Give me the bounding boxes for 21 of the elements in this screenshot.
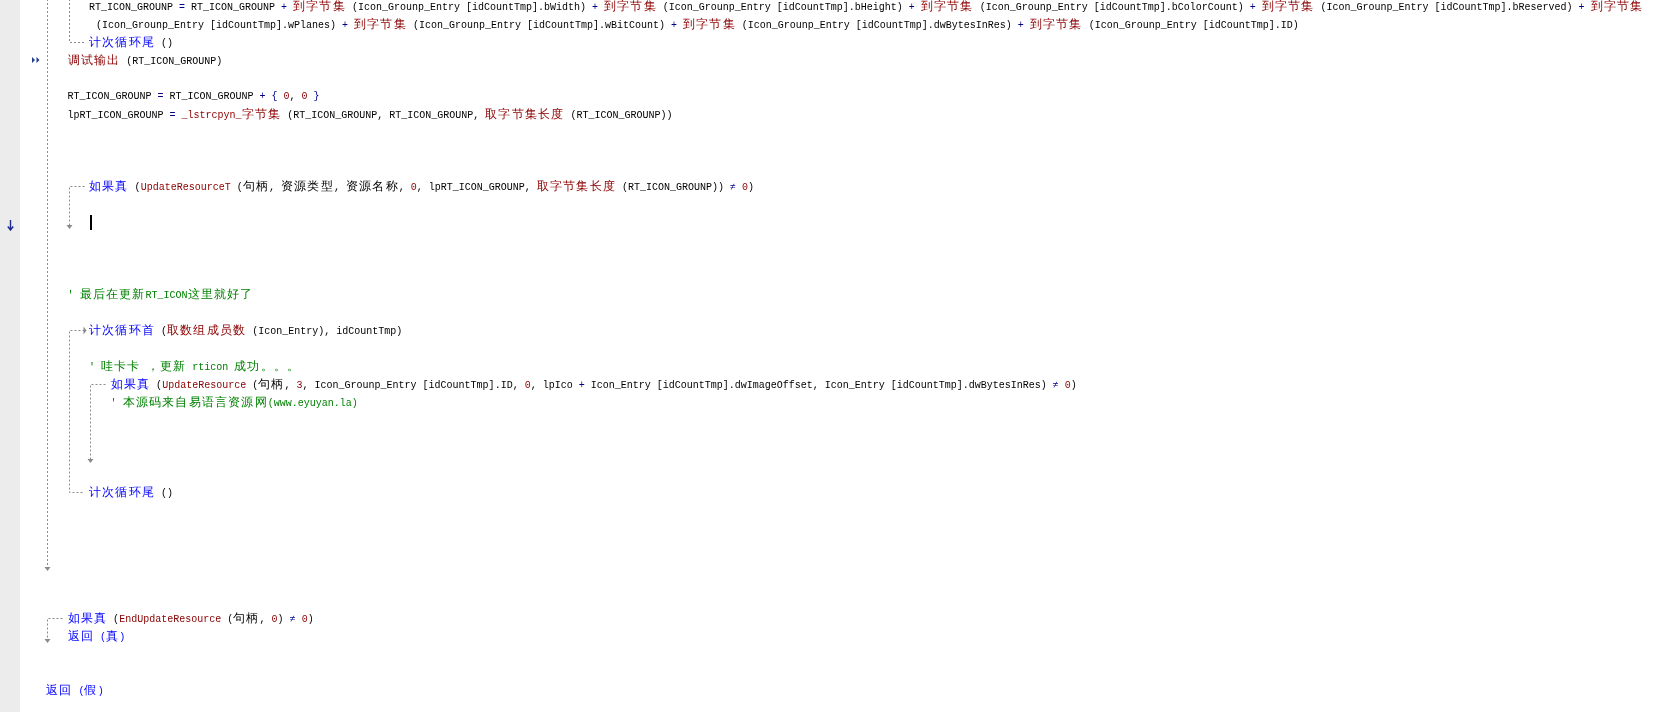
code-comment: ' 最后在更新RT_ICON这里就好了 [67,285,254,303]
flow-arrow [44,618,65,644]
code-line: 计次循环尾 () [89,33,173,51]
code-line: 计次循环尾 () [89,483,173,501]
code-line: (Icon_Grounp_Entry [idCountTmp].wPlanes) + 到字节集 (Icon_Grounp_Entry [idCountTmp].wBitCount) + 到字节集 (Icon_Grounp_Entry [idCountTmp].dwBytesInRes) + 到字节集 (Icon_Grounp_Entry [idCountTmp].ID) [96,15,1299,33]
code-comment: ' 本源码来自易语言资源网(www.eyuyan.la) [110,393,358,411]
arrow-down-icon [6,219,14,231]
code-line: 调试输出 (RT_ICON_GROUNP) [67,51,223,69]
code-line: lpRT_ICON_GROUNP = _lstrcpyn_字节集 (RT_ICON_GROUNP, RT_ICON_GROUNP, 取字节集长度 (RT_ICON_GROUNP)) [67,105,673,123]
code-line: 如果真 (UpdateResourceT (句柄, 资源类型, 资源名称, 0, lpRT_ICON_GROUNP, 取字节集长度 (RT_ICON_GROUNP)) ≠ 0) [89,177,755,195]
code-comment: ' 哇卡卡 ，更新 rticon 成功。。。 [89,357,301,375]
code-line: 如果真 (UpdateResource (句柄, 3, Icon_Grounp_Entry [idCountTmp].ID, 0, lpIco + Icon_Entry [idCountTmp].dwImageOffset, Icon_Entry [idCountTmp].dwBytesInRes) ≠ 0) [110,375,1077,393]
double-chevron-icon [32,57,40,63]
code-line: 如果真 (EndUpdateResource (句柄, 0) ≠ 0) [67,609,314,627]
code-line: RT_ICON_GROUNP = RT_ICON_GROUNP + 到字节集 (Icon_Grounp_Entry [idCountTmp].bWidth) + 到字节集 (Icon_Grounp_Entry [idCountTmp].bHeight) + 到字节集 (Icon_Grounp_Entry [idCountTmp].bColorCount) + 到字节集 (Icon_Grounp_Entry [idCountTmp].bReserved) + 到字节集 [89,0,1644,15]
code-line: 返回 (真) [67,627,126,645]
flow-arrow [65,186,86,230]
code-line: RT_ICON_GROUNP = RT_ICON_GROUNP + { 0, 0 } [67,90,320,102]
code-line: 返回 (假) [46,681,104,699]
text-cursor [90,214,92,230]
code-line: 计次循环首 (取数组成员数 (Icon_Entry), idCountTmp) [89,321,403,339]
